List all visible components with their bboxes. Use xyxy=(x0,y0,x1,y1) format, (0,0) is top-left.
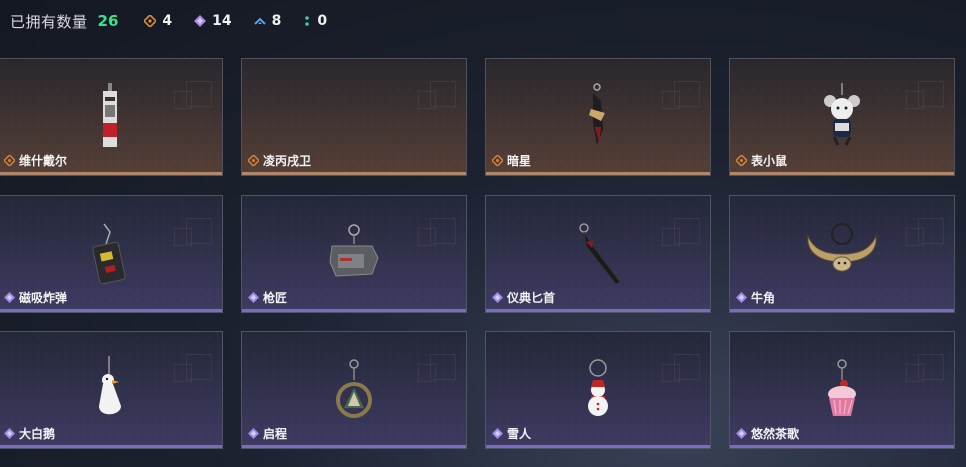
item-card-niujiao[interactable]: 牛角 xyxy=(729,195,955,313)
orange-diamond-icon xyxy=(4,155,15,166)
item-name: 维什戴尔 xyxy=(19,154,68,168)
item-name: 启程 xyxy=(263,427,288,441)
gold-rarity-stat: 4 xyxy=(144,13,172,29)
goose-charm-icon xyxy=(93,356,127,422)
item-card-lingbingxuwei[interactable]: 凌丙戌卫 xyxy=(241,58,467,176)
dogtag-charm-icon xyxy=(326,224,382,286)
mouse-charm-icon xyxy=(822,83,862,149)
teal-rarity-count: 0 xyxy=(317,13,328,29)
item-name: 暗星 xyxy=(507,154,532,168)
bomb-charm-icon xyxy=(90,222,130,286)
purple-diamond-icon xyxy=(248,292,259,303)
purple-diamond-icon xyxy=(492,292,503,303)
teal-rarity-stat: 0 xyxy=(303,13,327,29)
orange-diamond-icon xyxy=(248,155,259,166)
item-card-cixizhadan[interactable]: 磁吸炸弹 xyxy=(0,195,223,313)
teal-dots-icon xyxy=(305,16,310,26)
blue-rarity-stat: 8 xyxy=(253,13,282,29)
item-name: 悠然茶歌 xyxy=(751,427,800,441)
ring-charm-icon xyxy=(334,358,374,422)
ownership-bar: 已拥有数量 26 4 14 8 0 xyxy=(10,9,349,33)
item-card-xueren[interactable]: 雪人 xyxy=(485,331,711,449)
purple-diamond-icon xyxy=(248,428,259,439)
blue-chevron-icon xyxy=(253,17,266,25)
item-card-weishidaier[interactable]: 维什戴尔 xyxy=(0,58,223,176)
item-name: 枪匠 xyxy=(263,291,288,305)
owned-count-label: 已拥有数量 xyxy=(10,12,88,31)
item-name: 凌丙戌卫 xyxy=(263,154,312,168)
item-card-anxing[interactable]: 暗星 xyxy=(485,58,711,176)
item-name: 雪人 xyxy=(507,427,532,441)
item-name: 磁吸炸弹 xyxy=(19,291,68,305)
owned-count-value: 26 xyxy=(97,12,119,30)
snowman-charm-icon xyxy=(581,358,615,422)
item-card-qicheng[interactable]: 启程 xyxy=(241,331,467,449)
item-name: 牛角 xyxy=(751,291,776,305)
item-grid: 维什戴尔 凌丙戌卫 暗星 表小鼠 磁吸炸弹 枪匠 仪典匕首 牛角 大白鹅 启程 … xyxy=(0,58,966,467)
item-name: 表小鼠 xyxy=(751,154,788,168)
item-card-dabaie[interactable]: 大白鹅 xyxy=(0,331,223,449)
dagger-charm-icon xyxy=(570,222,626,288)
item-card-youranchage[interactable]: 悠然茶歌 xyxy=(729,331,955,449)
purple-diamond-icon xyxy=(4,292,15,303)
orange-diamond-icon xyxy=(492,155,503,166)
purple-rarity-stat: 14 xyxy=(194,13,232,29)
blade-charm-icon xyxy=(583,83,613,149)
item-name: 仪典匕首 xyxy=(507,291,556,305)
purple-diamond-icon xyxy=(736,428,747,439)
purple-diamond-icon xyxy=(194,15,207,27)
purple-diamond-icon xyxy=(4,428,15,439)
item-name: 大白鹅 xyxy=(19,427,56,441)
purple-diamond-icon xyxy=(736,292,747,303)
purple-rarity-count: 14 xyxy=(212,13,232,29)
item-card-yidianbishou[interactable]: 仪典匕首 xyxy=(485,195,711,313)
cupcake-charm-icon xyxy=(822,358,862,422)
item-card-biaoxiaoshu[interactable]: 表小鼠 xyxy=(729,58,955,176)
orange-diamond-icon xyxy=(736,155,747,166)
horns-charm-icon xyxy=(804,220,880,280)
item-card-qiangjiang[interactable]: 枪匠 xyxy=(241,195,467,313)
tag-charm-icon xyxy=(100,83,120,149)
purple-diamond-icon xyxy=(492,428,503,439)
blue-rarity-count: 8 xyxy=(271,13,282,29)
gold-rarity-count: 4 xyxy=(162,13,173,29)
orange-diamond-icon xyxy=(144,15,157,27)
